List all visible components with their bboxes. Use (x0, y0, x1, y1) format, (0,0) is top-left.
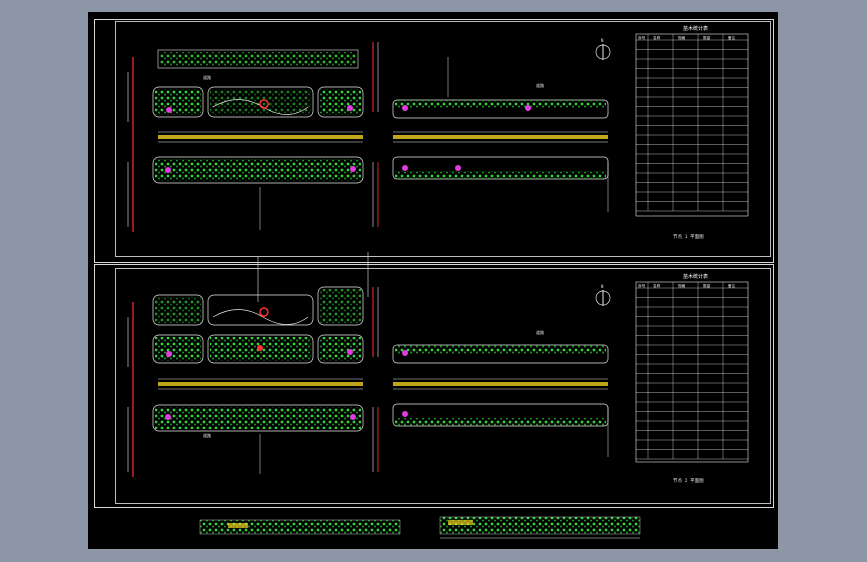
upper-legend-col-1: 序号 (638, 35, 646, 40)
svg-text:N: N (601, 38, 604, 43)
lower-legend-col-2: 名称 (653, 283, 661, 288)
lower-legend-col-4: 数量 (703, 283, 711, 288)
lower-plan-caption: 节点 2 平面图 (673, 478, 704, 484)
lower-north-arrow-icon: N (595, 284, 611, 306)
upper-planting-plan: 道路 道路 N 苗木统计表 序号 名称 规格 数量 备注 节点 1 平面图 (127, 25, 749, 240)
lower-legend-col-1: 序号 (638, 283, 646, 288)
bottom-elevation-strip-left (199, 519, 401, 535)
upper-legend-col-5: 备注 (728, 35, 736, 40)
lower-road-label-2: 道路 (536, 329, 544, 335)
plan-drawing-svg: 道路 道路 N 苗木统计表 序号 名称 规格 数量 备注 节点 1 平面图 道路… (127, 25, 749, 539)
upper-legend-col-3: 规格 (678, 35, 686, 40)
lower-legend-col-5: 备注 (728, 283, 736, 288)
upper-road-label-2: 道路 (536, 82, 544, 88)
upper-north-arrow-icon: N (595, 38, 611, 60)
lower-road-label-1: 道路 (203, 432, 211, 438)
cad-drawing-canvas[interactable]: 道路 道路 N 苗木统计表 序号 名称 规格 数量 备注 节点 1 平面图 道路… (88, 12, 778, 549)
bottom-elevation-strip-right (439, 516, 641, 539)
lower-legend-table: 苗木统计表 序号 名称 规格 数量 备注 (635, 273, 749, 463)
lower-planting-plan: 道路 道路 N 苗木统计表 序号 名称 规格 数量 备注 节点 2 平面图 (127, 273, 749, 484)
lower-legend-col-3: 规格 (678, 283, 686, 288)
upper-road-label-1: 道路 (203, 74, 211, 80)
svg-text:N: N (601, 284, 604, 289)
upper-legend-title: 苗木统计表 (683, 25, 708, 32)
upper-legend-table: 苗木统计表 序号 名称 规格 数量 备注 (635, 25, 749, 217)
lower-legend-title: 苗木统计表 (683, 273, 708, 280)
upper-legend-col-4: 数量 (703, 35, 711, 40)
upper-legend-col-2: 名称 (653, 35, 661, 40)
upper-plan-caption: 节点 1 平面图 (673, 234, 704, 240)
